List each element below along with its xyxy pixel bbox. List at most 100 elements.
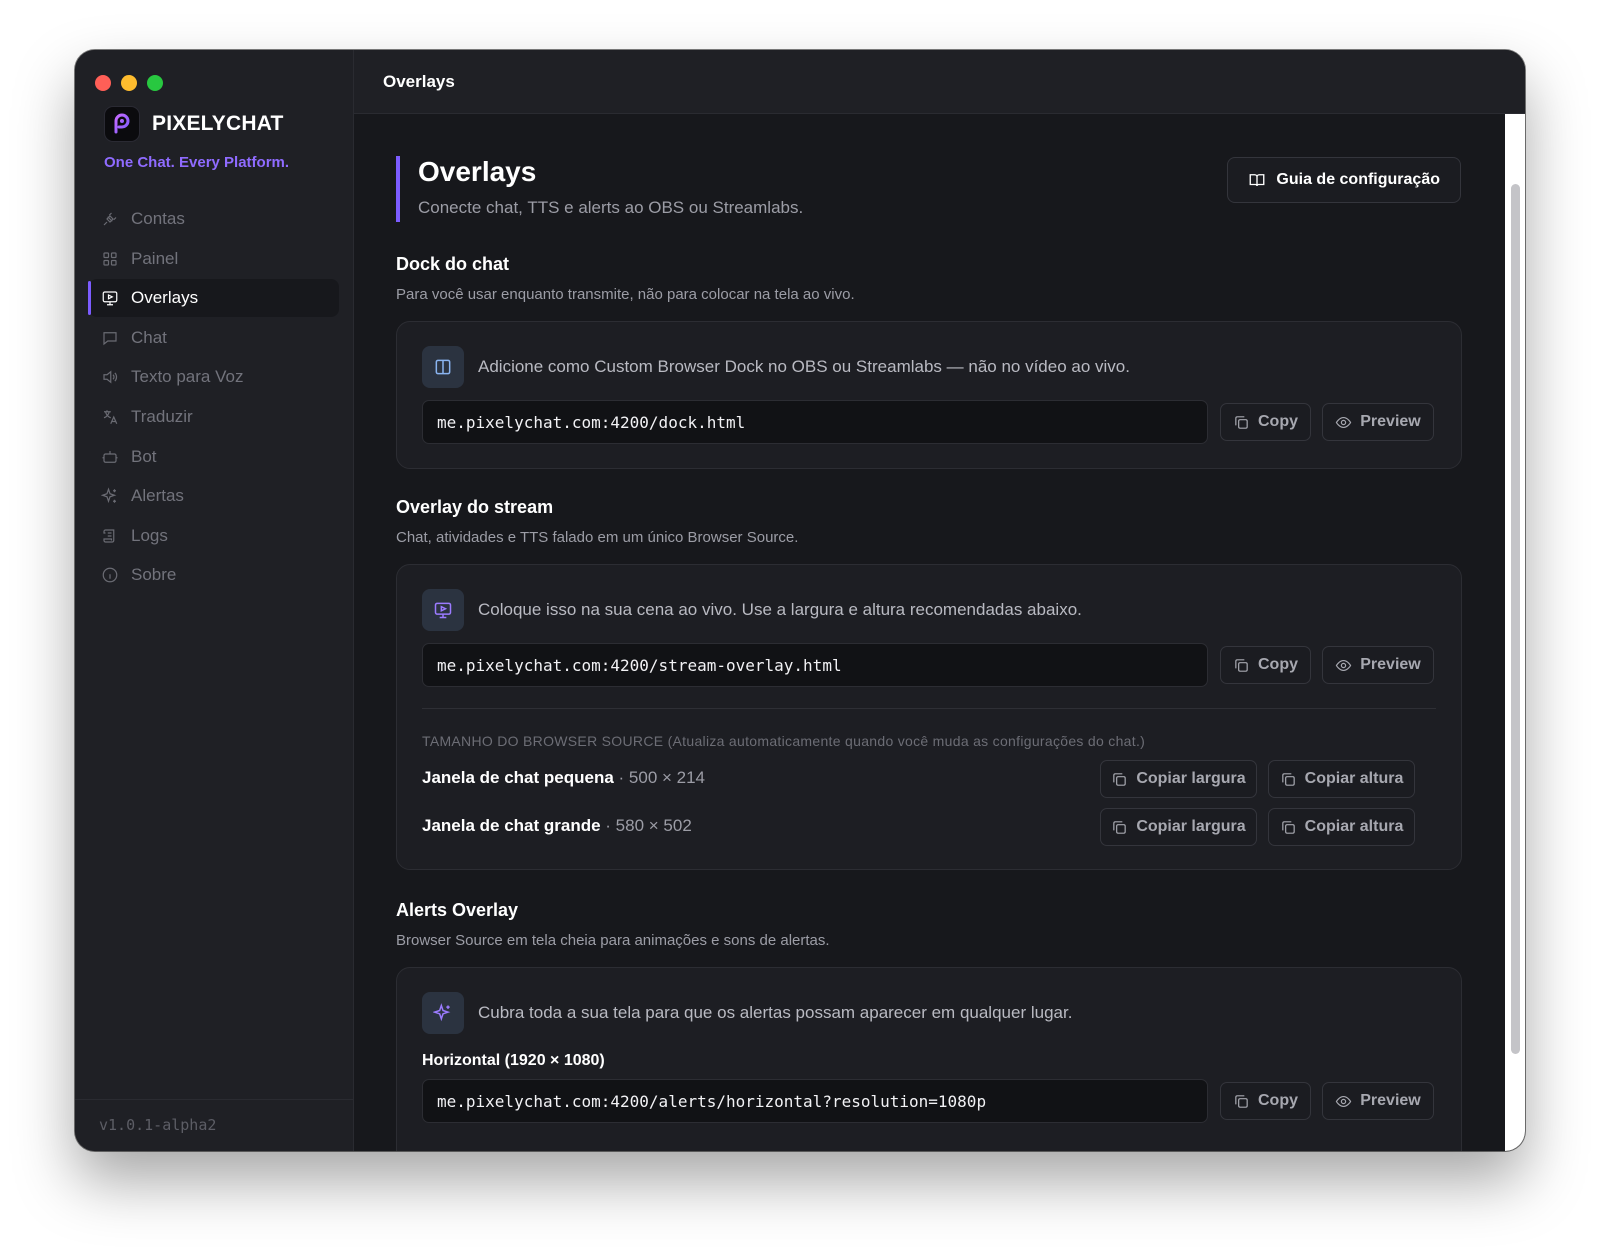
alerts-hint: Cubra toda a sua tela para que os alerta… — [422, 992, 1072, 1034]
app-window: PIXELYCHAT One Chat. Every Platform. Con… — [75, 50, 1525, 1151]
dock-preview-button[interactable]: Preview — [1322, 403, 1434, 441]
dock-section-title: Dock do chat — [396, 254, 510, 274]
app-version: v1.0.1-alpha2 — [99, 1116, 217, 1134]
sidebar-item-label: Traduzir — [131, 406, 193, 426]
copy-icon — [1281, 772, 1295, 786]
copy-width-label: Copiar largura — [1136, 770, 1246, 787]
speaker-icon — [103, 370, 118, 384]
dock-hint: Adicione como Custom Browser Dock no OBS… — [422, 346, 1130, 388]
size-caption-text: TAMANHO DO BROWSER SOURCE — [422, 733, 664, 749]
pixelychat-logo-icon — [104, 106, 140, 142]
stream-preview-button[interactable]: Preview — [1322, 646, 1434, 684]
dock-url-field[interactable]: me.pixelychat.com:4200/dock.html — [422, 400, 1208, 444]
minimize-window-button[interactable] — [121, 75, 137, 91]
chat-bubble-icon — [103, 331, 117, 346]
horizontal-resolution-label: Horizontal (1920 × 1080) — [422, 1052, 605, 1069]
copy-icon — [1235, 1094, 1248, 1108]
copy-label: Copy — [1258, 656, 1298, 673]
setup-guide-label: Guia de configuração — [1276, 171, 1440, 188]
brand-tagline: One Chat. Every Platform. — [104, 154, 290, 171]
stream-url-field[interactable]: me.pixelychat.com:4200/stream-overlay.ht… — [422, 643, 1208, 687]
sidebar-item-label: Overlays — [131, 288, 199, 308]
size-name: Janela de chat grande — [422, 816, 601, 835]
preview-label: Preview — [1360, 413, 1421, 430]
sparkles-icon — [101, 487, 117, 504]
alerts-url-field[interactable]: me.pixelychat.com:4200/alerts/horizontal… — [422, 1079, 1208, 1123]
topbar-title: Overlays — [383, 71, 455, 91]
stream-copy-button[interactable]: Copy — [1220, 646, 1311, 684]
small-copy-height-button[interactable]: Copiar altura — [1268, 760, 1415, 798]
sidebar-item-alertas[interactable]: Alertas — [89, 477, 339, 515]
sidebar-item-traduzir[interactable]: Traduzir — [89, 398, 339, 436]
size-dims: · 580 × 502 — [600, 816, 692, 835]
sidebar-item-logs[interactable]: Logs — [89, 517, 339, 555]
size-caption-note: (Atualiza automaticamente quando você mu… — [667, 733, 1146, 749]
window-controls — [95, 75, 163, 91]
sidebar-item-label: Alertas — [131, 486, 184, 506]
copy-icon — [1281, 820, 1295, 834]
monitor-play-icon — [102, 291, 118, 306]
stream-section-title: Overlay do stream — [396, 497, 554, 517]
page-title: Overlays — [418, 156, 537, 187]
size-row-large: Janela de chat grande · 580 × 502 — [422, 816, 692, 836]
version-footer: v1.0.1-alpha2 — [75, 1099, 353, 1151]
copy-icon — [1113, 772, 1127, 786]
grid-icon — [103, 251, 117, 266]
stream-section-desc: Chat, atividades e TTS falado em um únic… — [396, 529, 799, 546]
sidebar-nav: Contas Painel Overlays Chat Texto para V… — [88, 200, 339, 596]
alerts-copy-button[interactable]: Copy — [1220, 1082, 1311, 1120]
preview-label: Preview — [1360, 1092, 1421, 1109]
copy-label: Copy — [1258, 413, 1298, 430]
page-subtitle: Conecte chat, TTS e alerts ao OBS ou Str… — [418, 198, 804, 217]
eye-icon — [1335, 1095, 1352, 1107]
sidebar-item-label: Contas — [131, 209, 185, 228]
scroll-icon — [103, 529, 115, 543]
sidebar-item-label: Chat — [131, 327, 167, 347]
sidebar-item-bot[interactable]: Bot — [89, 438, 339, 476]
sidebar-item-painel[interactable]: Painel — [89, 240, 339, 278]
sidebar-item-texto-para-voz[interactable]: Texto para Voz — [89, 358, 339, 396]
copy-width-label: Copiar largura — [1136, 818, 1246, 835]
scrollbar-thumb[interactable] — [1511, 184, 1520, 1054]
small-copy-width-button[interactable]: Copiar largura — [1100, 760, 1257, 798]
brand-name: PIXELYCHAT — [152, 112, 284, 135]
sidebar: PIXELYCHAT One Chat. Every Platform. Con… — [75, 50, 354, 1151]
size-dims: · 500 × 214 — [613, 768, 706, 787]
main-panel: Overlays Overlays Conecte chat, TTS e al… — [354, 50, 1525, 1151]
copy-height-label: Copiar altura — [1304, 818, 1404, 835]
dock-copy-button[interactable]: Copy — [1220, 403, 1311, 441]
alerts-section-title: Alerts Overlay — [396, 900, 519, 920]
brand: PIXELYCHAT — [104, 106, 284, 142]
content-area[interactable]: Overlays Conecte chat, TTS e alerts ao O… — [354, 114, 1505, 1151]
topbar: Overlays — [354, 50, 1525, 114]
close-window-button[interactable] — [95, 75, 111, 91]
maximize-window-button[interactable] — [147, 75, 163, 91]
plug-icon — [103, 212, 117, 226]
size-row-small: Janela de chat pequena · 500 × 214 — [422, 768, 705, 788]
sidebar-item-chat[interactable]: Chat — [89, 319, 339, 357]
sidebar-item-contas[interactable]: Contas — [89, 200, 339, 238]
copy-icon — [1235, 658, 1248, 672]
alerts-section-desc: Browser Source em tela cheia para animaç… — [396, 932, 830, 949]
translate-icon — [103, 410, 118, 424]
setup-guide-button[interactable]: Guia de configuração — [1227, 157, 1461, 203]
open-book-icon — [1249, 174, 1265, 187]
bot-icon — [102, 450, 118, 463]
sidebar-item-label: Bot — [131, 446, 157, 466]
sidebar-item-sobre[interactable]: Sobre — [89, 556, 339, 594]
vertical-scrollbar[interactable] — [1505, 114, 1525, 1151]
large-copy-height-button[interactable]: Copiar altura — [1268, 808, 1415, 846]
stream-card: Coloque isso na sua cena ao vivo. Use a … — [396, 564, 1462, 870]
monitor-play-icon — [422, 589, 464, 631]
stream-hint: Coloque isso na sua cena ao vivo. Use a … — [422, 589, 1082, 631]
preview-label: Preview — [1360, 656, 1421, 673]
sidebar-item-overlays[interactable]: Overlays — [88, 279, 339, 318]
page-header: Overlays Conecte chat, TTS e alerts ao O… — [396, 156, 803, 222]
dock-section-desc: Para você usar enquanto transmite, não p… — [396, 286, 855, 303]
large-copy-width-button[interactable]: Copiar largura — [1100, 808, 1257, 846]
alerts-preview-button[interactable]: Preview — [1322, 1082, 1434, 1120]
browser-source-size-caption: TAMANHO DO BROWSER SOURCE (Atualiza auto… — [422, 733, 1145, 749]
alerts-card: Cubra toda a sua tela para que os alerta… — [396, 967, 1462, 1151]
size-name: Janela de chat pequena — [422, 768, 614, 787]
alerts-hint-text: Cubra toda a sua tela para que os alerta… — [478, 1003, 1073, 1022]
